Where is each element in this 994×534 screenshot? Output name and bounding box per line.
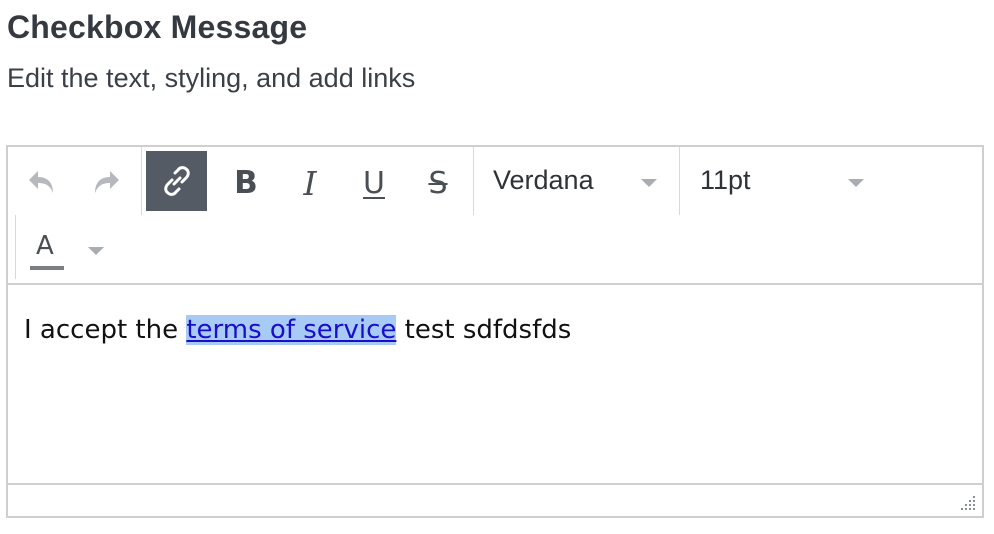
bold-icon: B <box>234 165 258 201</box>
underline-button[interactable]: U <box>352 155 396 211</box>
chevron-down-icon <box>641 179 657 187</box>
strikethrough-icon: S <box>428 165 448 201</box>
undo-button[interactable] <box>22 155 62 211</box>
content-text-before: I accept the <box>24 315 187 345</box>
italic-icon: I <box>303 163 317 203</box>
link-icon <box>163 166 190 196</box>
toolbar-separator <box>473 147 474 215</box>
undo-icon <box>29 171 53 193</box>
content-text-after: test sdfdsfds <box>396 315 572 345</box>
strikethrough-button[interactable]: S <box>416 155 460 211</box>
redo-icon <box>95 171 119 193</box>
font-family-value: Verdana <box>493 165 594 195</box>
font-size-value: 11pt <box>700 165 751 195</box>
terms-of-service-link[interactable]: terms of service <box>186 315 397 345</box>
underline-icon: U <box>363 165 385 201</box>
chevron-down-icon <box>848 179 864 187</box>
editor-content[interactable]: I accept the terms of service test sdfds… <box>8 285 982 484</box>
toolbar-separator <box>679 147 680 215</box>
rich-text-editor: B I U S Verdana 11pt A I accept the term… <box>6 145 984 518</box>
font-family-select[interactable]: Verdana <box>493 165 673 201</box>
bold-button[interactable]: B <box>224 155 268 211</box>
chevron-down-icon <box>88 247 104 255</box>
text-color-button[interactable]: A <box>26 225 110 277</box>
editor-toolbar: B I U S Verdana 11pt A <box>8 147 982 285</box>
resize-handle-icon[interactable] <box>958 493 976 511</box>
page-title: Checkbox Message <box>7 9 308 45</box>
italic-button[interactable]: I <box>288 155 332 211</box>
font-size-select[interactable]: 11pt <box>700 165 880 201</box>
editor-statusbar <box>8 483 982 516</box>
toolbar-separator <box>15 215 16 279</box>
redo-button[interactable] <box>86 155 126 211</box>
text-color-icon: A <box>30 231 64 271</box>
page-subtitle: Edit the text, styling, and add links <box>7 63 416 93</box>
toolbar-separator <box>141 147 142 215</box>
link-button[interactable] <box>146 151 207 211</box>
